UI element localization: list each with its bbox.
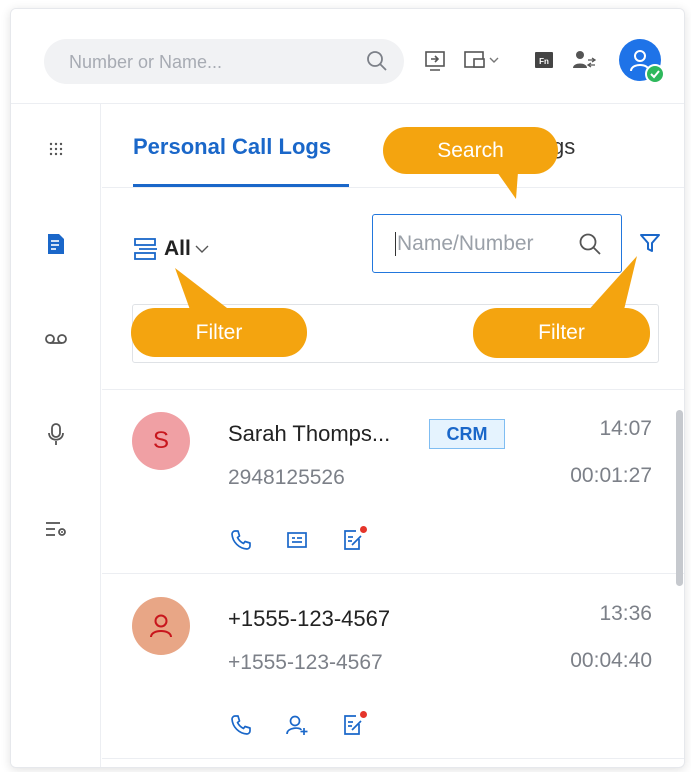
contact-transfer-icon[interactable] — [571, 47, 597, 73]
call-log-item[interactable]: S Sarah Thomps... CRM 2948125526 14:07 0… — [102, 390, 684, 574]
add-contact-icon[interactable] — [284, 712, 310, 738]
filter-right-callout: Filter — [473, 308, 650, 358]
call-number: +1555-123-4567 — [228, 651, 383, 674]
notification-dot — [360, 711, 367, 718]
call-contact-name: Sarah Thomps... — [228, 421, 391, 446]
layout-switch-icon[interactable] — [463, 47, 503, 73]
phone-icon[interactable] — [228, 527, 254, 553]
call-logs-icon[interactable] — [41, 229, 71, 259]
call-time: 14:07 — [599, 417, 652, 440]
search-callout-label: Search — [437, 138, 504, 162]
tabs-divider — [102, 187, 684, 188]
settings-list-icon[interactable] — [41, 514, 71, 544]
tab-personal-call-logs[interactable]: Personal Call Logs — [133, 134, 331, 160]
unknown-contact-icon — [150, 614, 172, 638]
filter-left-callout-label: Filter — [195, 320, 243, 344]
transfer-screen-icon[interactable] — [423, 47, 447, 73]
call-log-item[interactable]: +1555-123-4567 +1555-123-4567 13:36 00:0… — [102, 575, 684, 759]
contact-avatar: S — [132, 412, 190, 470]
filter-left-callout: Filter — [131, 308, 307, 357]
chevron-down-icon — [195, 245, 209, 253]
call-number: 2948125526 — [228, 466, 345, 489]
call-logs-panel: Personal Call Logs gs All Name/Number S … — [102, 104, 684, 767]
contact-avatar — [132, 597, 190, 655]
call-time: 13:36 — [599, 602, 652, 625]
filter-all-dropdown[interactable]: All — [133, 236, 209, 262]
dialpad-icon[interactable] — [41, 134, 71, 164]
phone-icon[interactable] — [228, 712, 254, 738]
contact-card-icon[interactable] — [284, 527, 310, 553]
notification-dot — [360, 526, 367, 533]
note-edit-icon[interactable] — [340, 526, 367, 553]
svg-text:Fn: Fn — [539, 57, 549, 66]
list-scrollbar[interactable] — [676, 410, 683, 586]
note-edit-icon[interactable] — [340, 711, 367, 738]
call-logs-window: Number or Name... Fn Personal Call Logs … — [10, 8, 685, 768]
crm-badge[interactable]: CRM — [429, 419, 505, 449]
fn-key-icon[interactable]: Fn — [532, 47, 556, 73]
online-status-icon — [645, 64, 665, 84]
call-contact-name: +1555-123-4567 — [228, 606, 391, 631]
sidebar — [11, 104, 101, 767]
global-search-placeholder: Number or Name... — [69, 52, 223, 72]
text-cursor — [395, 232, 396, 256]
filter-list-icon — [134, 238, 157, 260]
filter-all-label: All — [164, 237, 191, 260]
call-actions — [228, 526, 396, 553]
voicemail-icon[interactable] — [41, 324, 71, 354]
filter-right-callout-label: Filter — [538, 321, 585, 344]
recordings-icon[interactable] — [41, 419, 71, 449]
filter-right-callout-pointer — [585, 256, 637, 314]
user-avatar[interactable] — [619, 39, 665, 84]
avatar-initial: S — [152, 427, 169, 454]
call-duration: 00:04:40 — [570, 649, 652, 672]
call-duration: 00:01:27 — [570, 464, 652, 487]
call-actions — [228, 711, 396, 738]
top-bar: Number or Name... Fn — [11, 9, 684, 104]
search-icon[interactable] — [365, 49, 389, 78]
name-number-placeholder: Name/Number — [397, 232, 534, 255]
global-search-input[interactable]: Number or Name... — [44, 39, 404, 84]
search-callout: Search — [383, 127, 558, 174]
